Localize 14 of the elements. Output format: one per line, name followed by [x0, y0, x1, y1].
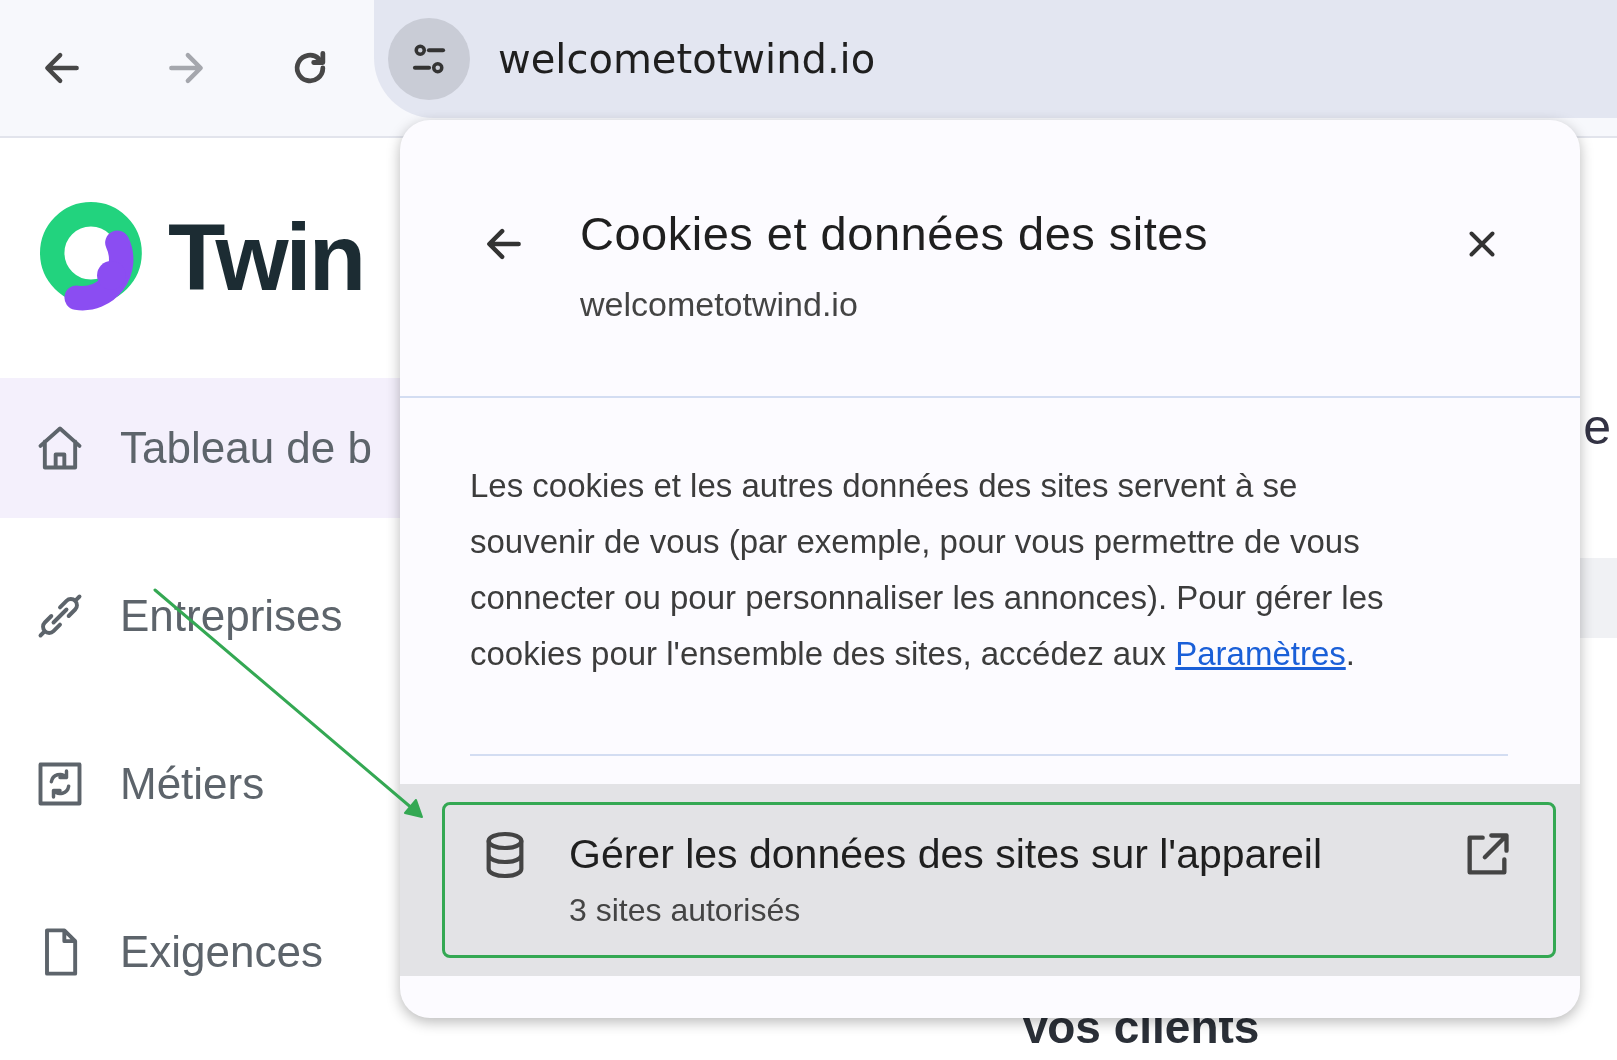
popup-subtitle: welcometotwind.io [580, 285, 859, 324]
manage-data-item[interactable]: Gérer les données des sites sur l'appareil 3 sites autorisés [442, 802, 1556, 958]
sidebar-item[interactable]: Métiers [0, 714, 400, 854]
heading-text: e [1583, 398, 1611, 456]
item-title: Gérer les données des sites sur l'appareil [569, 831, 1324, 878]
sidebar-item[interactable]: Exigences [0, 882, 400, 1022]
sidebar-item[interactable]: Tableau de b [0, 378, 400, 518]
url-text: welcometotwind.io [498, 36, 876, 82]
popup-title: Cookies et données des sites [580, 206, 1209, 261]
settings-link[interactable]: Paramètres [1175, 635, 1346, 672]
item-subtitle: 3 sites autorisés [569, 892, 802, 929]
logo-wordmark: Twin [168, 204, 364, 312]
description-text: Les cookies et les autres données des sites servent à se souvenir de vous (par exemple, pour vous permettre de vous connecter ou pour personnaliser les annonces). Pour gérer les cookies pour l'ensemble des sites, accédez aux Paramètres. [470, 466, 1385, 674]
address-bar[interactable]: welcometotwind.io [374, 0, 1617, 118]
